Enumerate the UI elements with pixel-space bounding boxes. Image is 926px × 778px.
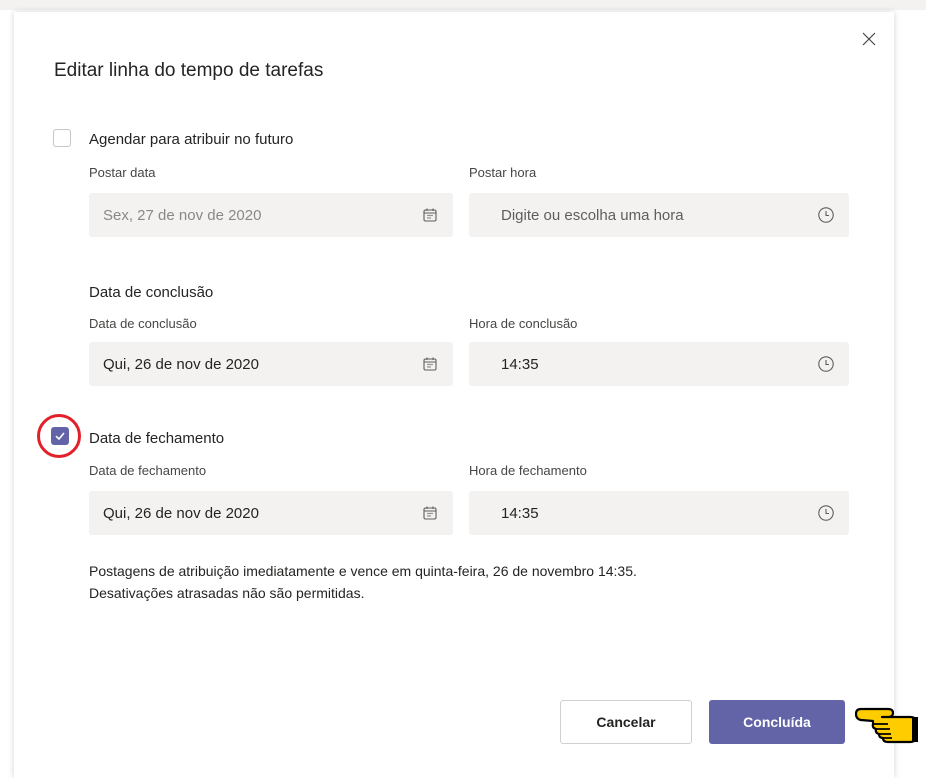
calendar-icon[interactable] (421, 504, 439, 522)
close-icon (862, 32, 876, 46)
close-time-value: 14:35 (501, 504, 539, 522)
close-date-checkbox-label: Data de fechamento (89, 430, 225, 447)
due-date-value: Qui, 26 de nov de 2020 (103, 355, 259, 373)
cancel-button[interactable]: Cancelar (560, 700, 692, 744)
clock-icon[interactable] (817, 206, 835, 224)
top-bar (0, 0, 926, 10)
close-date-field[interactable]: Qui, 26 de nov de 2020 (89, 491, 453, 535)
done-button[interactable]: Concluída (709, 700, 845, 744)
due-date-field[interactable]: Qui, 26 de nov de 2020 (89, 342, 453, 386)
calendar-icon[interactable] (421, 206, 439, 224)
due-time-label: Hora de conclusão (469, 316, 578, 331)
calendar-icon[interactable] (421, 355, 439, 373)
summary-line-1: Postagens de atribuição imediatamente e … (89, 563, 637, 579)
dialog-title: Editar linha do tempo de tarefas (54, 60, 324, 81)
schedule-checkbox[interactable] (53, 129, 71, 147)
post-time-field[interactable]: Digite ou escolha uma hora (469, 193, 849, 237)
clock-icon[interactable] (817, 504, 835, 522)
close-date-value: Qui, 26 de nov de 2020 (103, 504, 259, 522)
timeline-summary: Postagens de atribuição imediatamente e … (89, 560, 637, 604)
close-button[interactable] (857, 27, 881, 51)
post-time-placeholder: Digite ou escolha uma hora (501, 206, 684, 224)
post-date-field[interactable]: Sex, 27 de nov de 2020 (89, 193, 453, 237)
due-time-value: 14:35 (501, 355, 539, 373)
edit-task-timeline-dialog (14, 12, 894, 778)
post-date-value: Sex, 27 de nov de 2020 (103, 206, 262, 224)
close-time-field[interactable]: 14:35 (469, 491, 849, 535)
clock-icon[interactable] (817, 355, 835, 373)
summary-line-2: Desativações atrasadas não são permitida… (89, 585, 365, 601)
close-date-label: Data de fechamento (89, 463, 207, 478)
due-time-field[interactable]: 14:35 (469, 342, 849, 386)
highlight-circle-annotation (37, 414, 81, 458)
close-time-label: Hora de fechamento (469, 463, 587, 478)
pointing-hand-icon (854, 707, 918, 744)
due-section-label: Data de conclusão (89, 284, 214, 301)
post-date-label: Postar data (89, 165, 156, 180)
due-date-label: Data de conclusão (89, 316, 197, 331)
schedule-checkbox-label: Agendar para atribuir no futuro (89, 131, 294, 148)
post-time-label: Postar hora (469, 165, 537, 180)
